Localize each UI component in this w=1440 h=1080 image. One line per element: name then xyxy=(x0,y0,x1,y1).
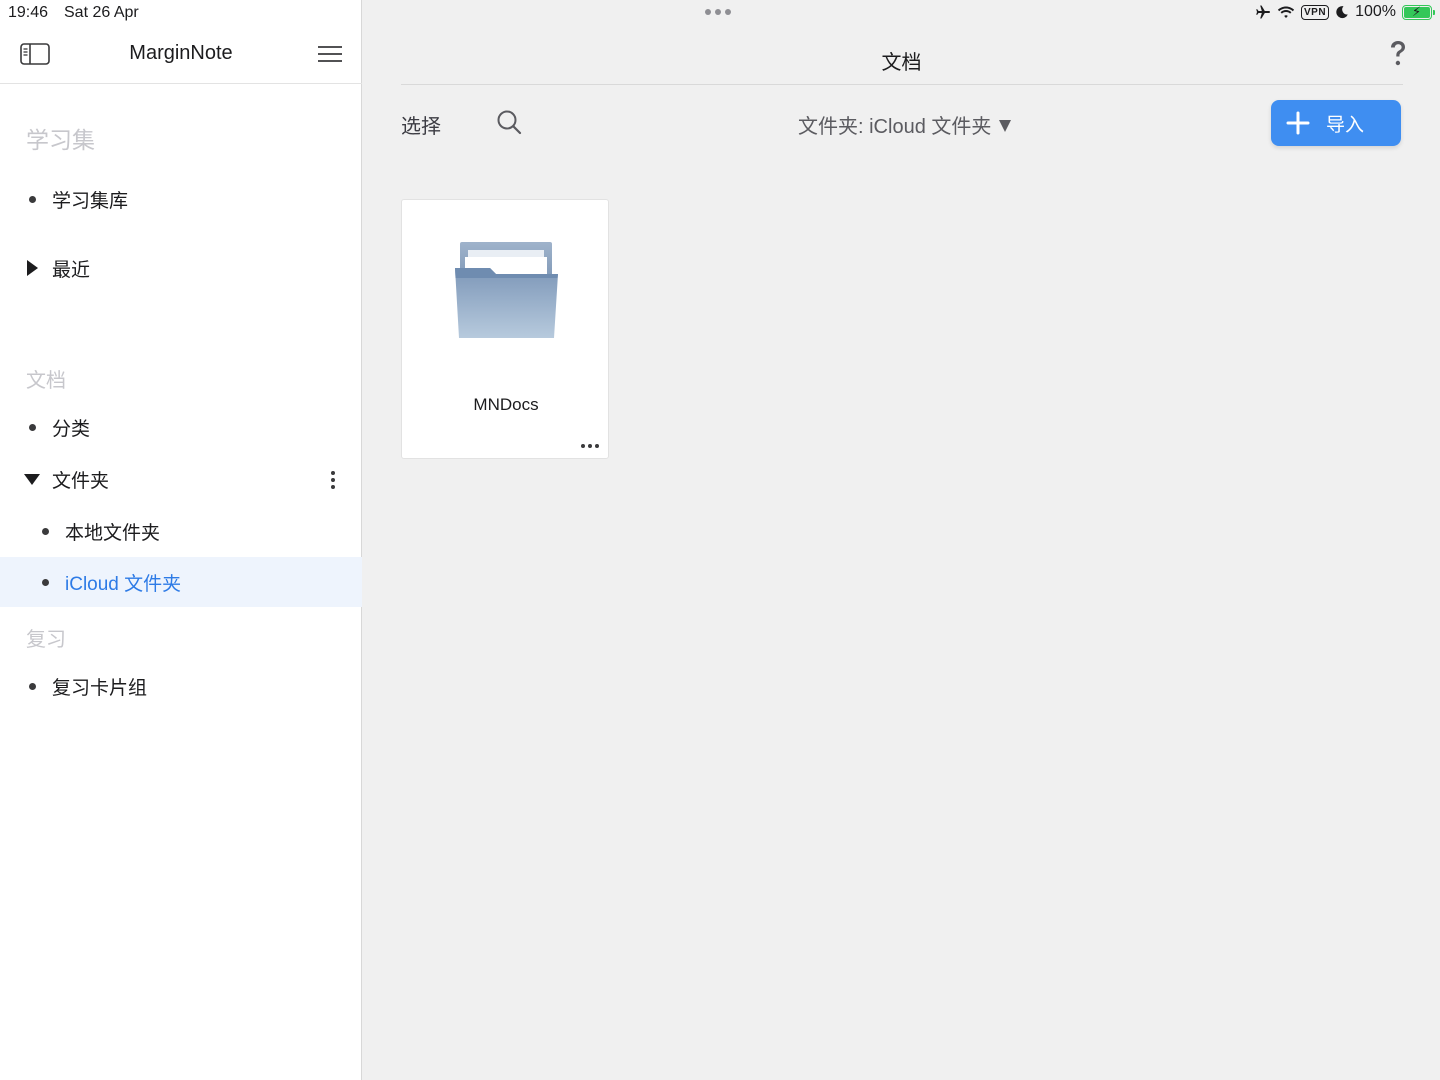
sidebar-item-label: 分类 xyxy=(52,418,91,440)
bullet-icon xyxy=(29,682,36,690)
file-name: MNDocs xyxy=(473,395,539,414)
menu-icon[interactable] xyxy=(316,44,344,64)
battery-percent: 100% xyxy=(1355,3,1396,20)
sidebar-item-local-folder[interactable]: 本地文件夹 xyxy=(0,506,362,556)
app-title: MarginNote xyxy=(129,42,233,64)
more-options-icon[interactable] xyxy=(331,471,335,489)
status-indicators: VPN 100% ⚡ xyxy=(1255,3,1435,21)
sidebar-item-label: 学习集库 xyxy=(52,190,129,212)
moon-icon xyxy=(1336,6,1348,19)
bullet-icon xyxy=(42,527,49,535)
status-time: 19:46 xyxy=(8,4,49,21)
wifi-icon xyxy=(1277,6,1295,18)
vpn-badge: VPN xyxy=(1301,4,1330,20)
bullet-icon xyxy=(29,423,36,431)
sidebar-item-review-decks[interactable]: 复习卡片组 xyxy=(0,661,362,711)
sidebar-item-icloud-folder[interactable]: iCloud 文件夹 xyxy=(0,557,362,607)
sidebar: MarginNote 学习集 学习集库 最近 文档 分类 文件夹 本地文件夹 i… xyxy=(0,0,362,1080)
airplane-icon xyxy=(1256,5,1271,19)
status-date: Sat 26 Apr xyxy=(64,4,139,21)
search-icon[interactable] xyxy=(495,108,523,136)
sidebar-item-label: iCloud 文件夹 xyxy=(65,573,182,595)
import-button[interactable]: 导入 xyxy=(1271,100,1401,146)
sidebar-item-library[interactable]: 学习集库 xyxy=(0,174,362,224)
status-bar: 19:46 Sat 26 Apr VPN 100% ⚡ xyxy=(0,0,1440,26)
sidebar-item-label: 最近 xyxy=(52,259,91,281)
help-icon[interactable] xyxy=(1385,38,1411,70)
sidebar-item-recent[interactable]: 最近 xyxy=(0,243,362,293)
page-title: 文档 xyxy=(881,52,922,74)
main-content: 文档 选择 文件夹: iCloud 文件夹 导入 MNDocs xyxy=(363,0,1440,1080)
expand-triangle-icon[interactable] xyxy=(27,260,38,276)
sidebar-header: MarginNote xyxy=(0,26,362,84)
section-review: 复习 xyxy=(26,629,66,651)
sidebar-item-folders[interactable]: 文件夹 xyxy=(0,454,362,504)
section-study-sets: 学习集 xyxy=(26,127,95,153)
dropdown-caret-icon xyxy=(999,119,1012,132)
folder-path-dropdown[interactable]: 文件夹: iCloud 文件夹 xyxy=(798,110,1012,139)
sidebar-item-label: 文件夹 xyxy=(52,470,110,492)
bullet-icon xyxy=(29,195,36,203)
multitasking-dots-icon[interactable] xyxy=(705,9,731,15)
header-divider xyxy=(401,84,1403,85)
bullet-icon xyxy=(42,578,49,586)
select-button[interactable]: 选择 xyxy=(401,110,441,139)
more-options-icon[interactable] xyxy=(581,444,599,448)
collapse-triangle-icon[interactable] xyxy=(24,473,40,485)
sidebar-item-label: 本地文件夹 xyxy=(65,522,161,544)
folder-icon xyxy=(455,242,558,338)
folder-card[interactable]: MNDocs xyxy=(401,199,609,459)
import-label: 导入 xyxy=(1326,114,1365,136)
section-documents: 文档 xyxy=(26,370,66,392)
plus-icon xyxy=(1286,111,1310,135)
sidebar-item-label: 复习卡片组 xyxy=(52,677,148,699)
battery-charging-icon: ⚡ xyxy=(1402,4,1435,20)
folder-path-label: 文件夹: iCloud 文件夹 xyxy=(798,116,992,138)
sidebar-item-categories[interactable]: 分类 xyxy=(0,402,362,452)
